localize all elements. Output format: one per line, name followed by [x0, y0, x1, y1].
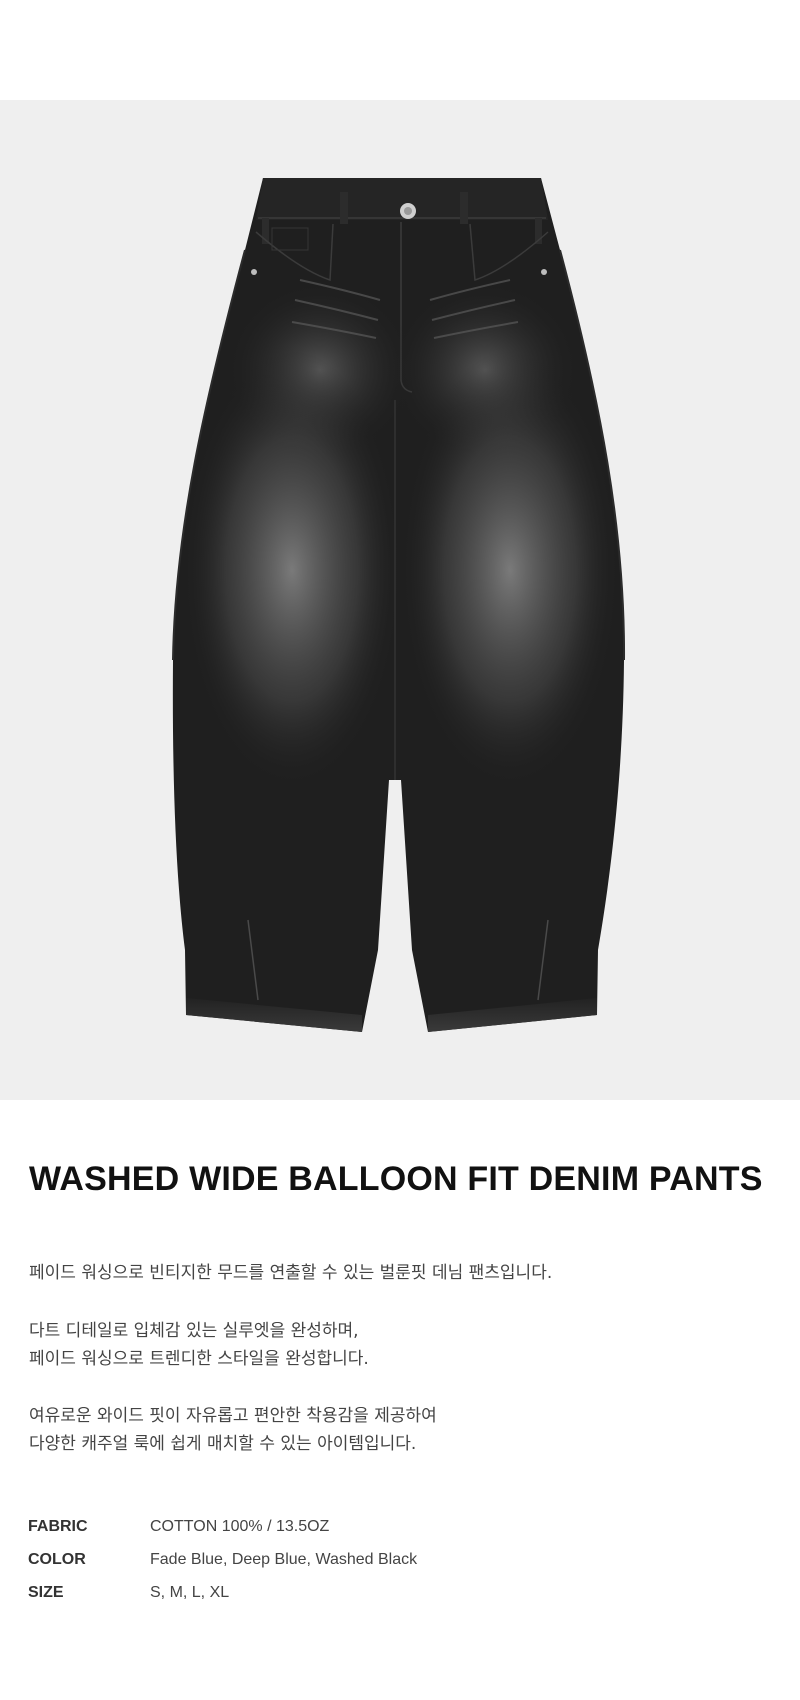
spec-value: Fade Blue, Deep Blue, Washed Black: [150, 1550, 418, 1568]
spec-key: FABRIC: [28, 1517, 88, 1535]
spec-value: S, M, L, XL: [150, 1583, 230, 1601]
spec-row-size: SIZE S, M, L, XL: [28, 1576, 728, 1609]
description-line: 페이드 워싱으로 트렌디한 스타일을 완성합니다.: [29, 1349, 369, 1369]
description-line: 여유로운 와이드 핏이 자유롭고 편안한 착용감을 제공하여: [29, 1406, 437, 1426]
description-line: 페이드 워싱으로 빈티지한 무드를 연출할 수 있는 벌룬핏 데님 팬츠입니다.: [29, 1263, 553, 1283]
description-paragraph-1: 페이드 워싱으로 빈티지한 무드를 연출할 수 있는 벌룬핏 데님 팬츠입니다.: [29, 1259, 552, 1287]
description-line: 다양한 캐주얼 룩에 쉽게 매치할 수 있는 아이템입니다.: [29, 1434, 417, 1454]
description-paragraph-3: 여유로운 와이드 핏이 자유롭고 편안한 착용감을 제공하여 다양한 캐주얼 룩…: [29, 1402, 437, 1458]
spec-value: COTTON 100% / 13.5OZ: [150, 1517, 330, 1535]
product-title: WASHED WIDE BALLOON FIT DENIM PANTS: [29, 1160, 763, 1198]
product-image: [0, 100, 800, 1100]
spec-key: COLOR: [28, 1550, 86, 1568]
spec-row-color: COLOR Fade Blue, Deep Blue, Washed Black: [28, 1543, 728, 1576]
spec-key: SIZE: [28, 1583, 64, 1601]
description-paragraph-2: 다트 디테일로 입체감 있는 실루엣을 완성하며, 페이드 워싱으로 트렌디한 …: [29, 1317, 369, 1373]
spec-table: FABRIC COTTON 100% / 13.5OZ COLOR Fade B…: [28, 1510, 728, 1609]
spec-row-fabric: FABRIC COTTON 100% / 13.5OZ: [28, 1510, 728, 1543]
description-line: 다트 디테일로 입체감 있는 실루엣을 완성하며,: [29, 1321, 359, 1341]
denim-pants-illustration: [172, 178, 626, 1032]
